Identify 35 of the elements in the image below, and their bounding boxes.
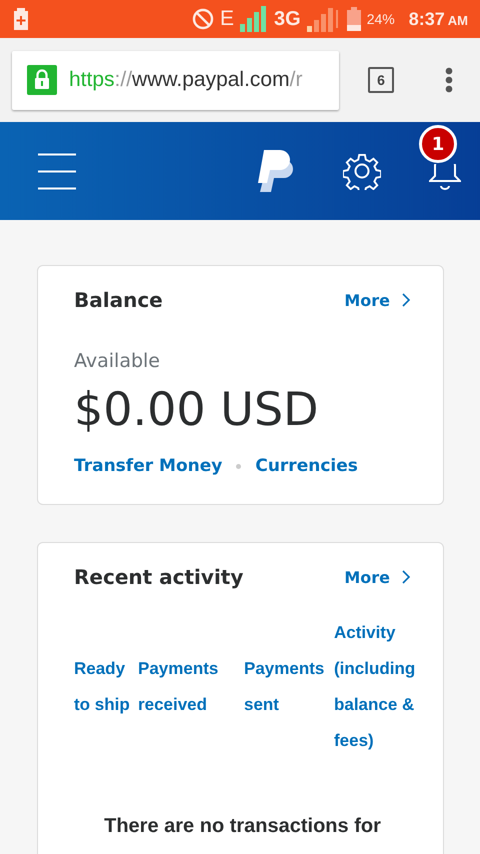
logo-icon <box>258 150 294 192</box>
empty-message: There are no transactions for <box>103 815 382 838</box>
network-type: E <box>220 7 234 31</box>
more-link[interactable]: More <box>344 290 411 310</box>
address-bar[interactable]: https://www.paypal.com/r <box>12 50 339 110</box>
balance-link[interactable]: Currencies <box>255 456 358 476</box>
chevron-icon <box>402 570 411 584</box>
more-link[interactable]: More <box>344 568 411 586</box>
signal-icon <box>240 6 268 32</box>
clock-time: 8:37 <box>408 8 445 30</box>
balance-amount: $0.00 USD <box>74 382 320 436</box>
settings-icon[interactable] <box>343 152 381 190</box>
data-type: 3G <box>274 8 301 30</box>
balance-link[interactable]: Transfer Money <box>74 456 222 476</box>
activity-filter-link[interactable]: Activity(including balance & fees) <box>334 615 434 759</box>
signal-weak-icon <box>306 6 341 32</box>
battery-icon <box>346 7 361 31</box>
menu-icon[interactable] <box>38 152 76 190</box>
battery-charging-icon <box>14 8 28 30</box>
lock-icon <box>27 65 57 95</box>
chevron-icon <box>402 293 411 307</box>
tab-count[interactable]: 6 <box>368 67 394 93</box>
clock-ampm: AM <box>448 12 468 28</box>
available-label: Available <box>74 350 162 372</box>
separator-dot <box>236 464 242 468</box>
notification-badge: 1 <box>419 125 457 163</box>
url-text: https://www.paypal.com/r <box>69 68 302 92</box>
activity-filter-link[interactable]: Payments received <box>138 651 244 723</box>
activity-filter-link[interactable]: Ready to ship <box>74 651 138 723</box>
card-title: Balance <box>74 288 163 312</box>
more-menu-icon[interactable] <box>445 67 453 93</box>
blocked-icon <box>192 8 214 30</box>
notification-bell-icon[interactable] <box>429 164 461 190</box>
battery-percent: 24% <box>366 11 395 27</box>
card-title: Recent activity <box>74 565 244 589</box>
